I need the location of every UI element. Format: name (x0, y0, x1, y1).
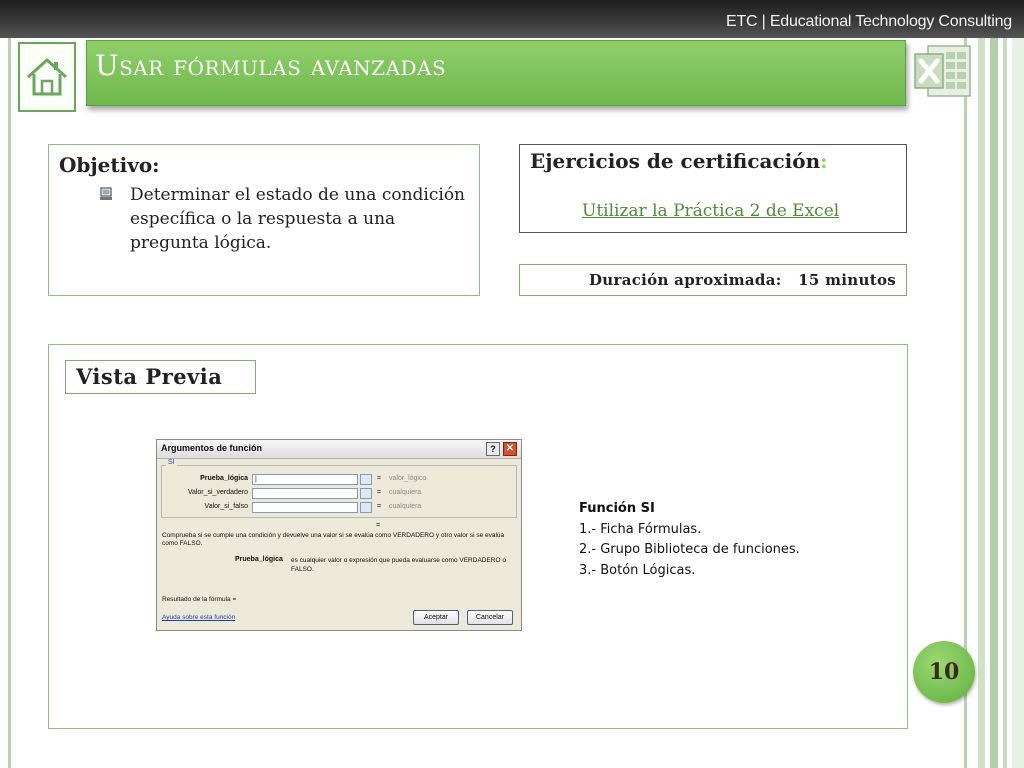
arg-label: Prueba_lógica (200, 475, 248, 482)
arg-result: cualquiera (389, 489, 422, 496)
decorative-stripe (1003, 38, 1007, 768)
help-button[interactable]: ? (486, 442, 500, 456)
prueba-logica-input[interactable]: | (252, 474, 358, 485)
group-label: SI (166, 459, 177, 466)
close-button[interactable]: ✕ (503, 442, 517, 456)
arg-label: Valor_si_falso (204, 503, 248, 510)
equals-sign: = (377, 503, 382, 510)
step-item: 3.- Botón Lógicas. (579, 562, 696, 578)
valor-si-verdadero-input[interactable] (252, 488, 358, 499)
si-group: SI Prueba_lógica | = valor_lógico Valor_… (161, 459, 518, 518)
decorative-stripe (8, 38, 11, 768)
accept-button[interactable]: Aceptar (413, 610, 459, 625)
practice-link[interactable]: Utilizar la Práctica 2 de Excel (582, 201, 839, 221)
equals-sign: = (377, 489, 382, 496)
title-bar: Usar fórmulas avanzadas (86, 40, 906, 106)
objective-text: Determinar el estado de una condición es… (130, 185, 466, 253)
home-button[interactable] (18, 42, 76, 112)
home-icon (26, 58, 68, 96)
steps-list: Función SI 1.- Ficha Fórmulas. 2.- Grupo… (579, 499, 800, 581)
certification-title-text: Ejercicios de certificación (530, 149, 821, 173)
top-band: ETC | Educational Technology Consulting (0, 0, 1024, 38)
decorative-stripe (990, 38, 998, 768)
certification-colon: : (820, 149, 828, 173)
function-description: Comprueba si se cumple una condición y d… (162, 532, 505, 547)
arg-label: Valor_si_verdadero (187, 489, 248, 496)
cancel-button[interactable]: Cancelar (467, 610, 513, 625)
equals-sign: = (376, 522, 381, 529)
preview-box: Vista Previa Argumentos de función ? ✕ S… (48, 344, 908, 729)
duration-box: Duración aproximada: 15 minutos (519, 264, 907, 296)
arg-row-valor-si-verdadero: Valor_si_verdadero = cualquiera (162, 488, 518, 500)
computer-bullet-icon (100, 187, 112, 200)
certification-box: Ejercicios de certificación: Utilizar la… (519, 144, 907, 233)
duration-text: Duración aproximada: 15 minutos (588, 271, 896, 289)
arg-row-prueba-logica: Prueba_lógica | = valor_lógico (162, 474, 518, 486)
range-select-icon[interactable] (360, 488, 372, 499)
arg-result: cualquiera (389, 503, 422, 510)
page-title: Usar fórmulas avanzadas (95, 49, 447, 82)
arg-row-valor-si-falso: Valor_si_falso = cualquiera (162, 502, 518, 514)
certification-title: Ejercicios de certificación: (530, 149, 828, 173)
brand-text: ETC | Educational Technology Consulting (725, 13, 1012, 30)
excel-logo-icon (914, 45, 971, 97)
range-select-icon[interactable] (360, 474, 372, 485)
objective-title: Objetivo: (59, 153, 160, 177)
dialog-title: Argumentos de función (161, 443, 262, 453)
arg-result: valor_lógico (389, 475, 427, 482)
function-help-link[interactable]: Ayuda sobre esta función (162, 614, 235, 621)
formula-result: Resultado de la fórmula = (162, 596, 237, 603)
page-number: 10 (913, 641, 975, 703)
steps-title: Función SI (579, 501, 655, 516)
dialog-titlebar: Argumentos de función ? ✕ (157, 440, 521, 459)
range-select-icon[interactable] (360, 502, 372, 513)
objective-box: Objetivo: Determinar el estado de una co… (48, 144, 480, 296)
equals-sign: = (377, 475, 382, 482)
decorative-stripe (1012, 38, 1024, 768)
preview-label: Vista Previa (65, 360, 256, 394)
valor-si-falso-input[interactable] (252, 502, 358, 513)
step-item: 2.- Grupo Biblioteca de funciones. (579, 542, 800, 557)
param-name: Prueba_lógica (235, 556, 283, 563)
step-item: 1.- Ficha Fórmulas. (579, 521, 702, 537)
decorative-stripe (978, 38, 985, 768)
param-description: es cualquier valor o expresión que pueda… (291, 557, 506, 573)
function-arguments-dialog: Argumentos de función ? ✕ SI Prueba_lógi… (156, 439, 522, 631)
